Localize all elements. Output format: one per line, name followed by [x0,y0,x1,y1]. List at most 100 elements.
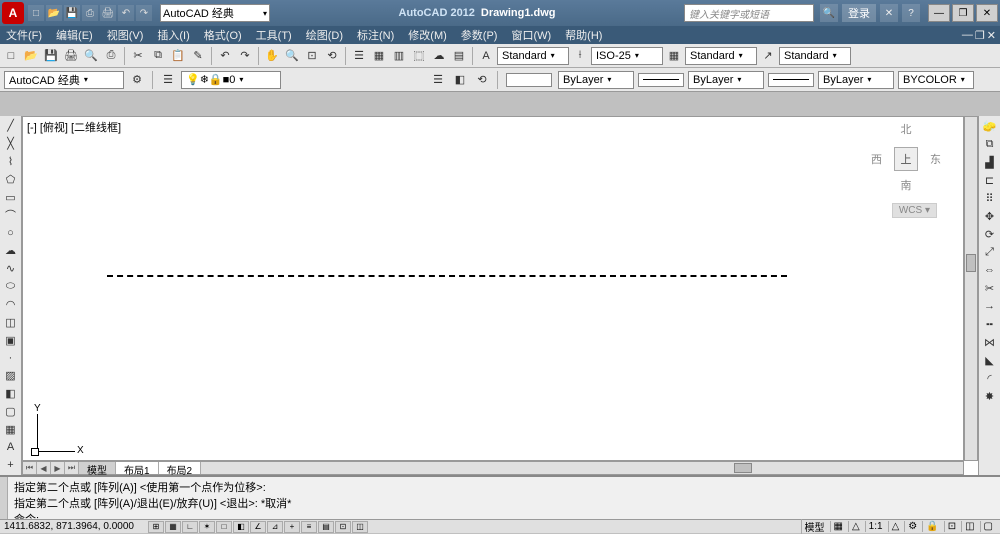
copy-icon[interactable]: ⧉ [149,47,167,65]
status-clean-icon[interactable]: ▢ [980,521,996,532]
sheetset-icon[interactable]: ⿴ [410,47,428,65]
trim-icon[interactable]: ✂ [981,280,999,296]
menu-draw[interactable]: 绘图(D) [306,27,343,43]
status-model[interactable]: 模型 [801,519,828,534]
tab-layout1[interactable]: 布局1 [116,462,159,474]
menu-edit[interactable]: 编辑(E) [56,27,93,43]
open-icon[interactable]: 📂 [22,47,40,65]
lineweight-dropdown[interactable]: ByLayer [818,71,894,89]
status-lock-icon[interactable]: 🔒 [922,521,941,532]
workspace-combo[interactable]: AutoCAD 经典 [4,71,124,89]
saveas-icon[interactable]: ⎙ [82,5,98,21]
ortho-toggle[interactable]: ∟ [182,521,198,533]
menu-help[interactable]: 帮助(H) [565,27,602,43]
pline-icon[interactable]: ⌇ [2,154,20,170]
pan-icon[interactable]: ✋ [263,47,281,65]
undo-icon[interactable]: ↶ [118,5,134,21]
publish-icon[interactable]: ⎙ [102,47,120,65]
zoom-prev-icon[interactable]: ⟲ [323,47,341,65]
app-icon[interactable]: A [2,2,24,24]
mtext-icon[interactable]: A [2,439,20,455]
maximize-button[interactable]: ❐ [952,4,974,22]
status-grid-icon[interactable]: ▦ [830,521,846,532]
color-swatch[interactable] [506,73,552,87]
menu-tools[interactable]: 工具(T) [256,27,292,43]
mdi-close-icon[interactable]: ✕ [987,29,996,42]
stretch-icon[interactable]: ⇔ [981,262,999,278]
grid-toggle[interactable]: ▦ [165,521,181,533]
status-ws-icon[interactable]: ⚙ [904,521,920,532]
polygon-icon[interactable]: ⬠ [2,172,20,188]
lwt-toggle[interactable]: ≡ [301,521,317,533]
fillet-icon[interactable]: ◜ [981,370,999,386]
cut-icon[interactable]: ✂ [129,47,147,65]
osnap-toggle[interactable]: □ [216,521,232,533]
copy-icon[interactable]: ⧉ [981,136,999,152]
insert-icon[interactable]: ◫ [2,314,20,330]
command-window[interactable]: 指定第二个点或 [阵列(A)] <使用第一个点作为位移>: 指定第二个点或 [阵… [0,475,1000,519]
tab-next-icon[interactable]: ▶ [51,462,65,474]
menu-insert[interactable]: 插入(I) [157,27,189,43]
redo-icon[interactable]: ↷ [136,5,152,21]
cmd-grip[interactable] [0,477,8,519]
menu-param[interactable]: 参数(P) [461,27,498,43]
array-icon[interactable]: ⠿ [981,190,999,206]
minimize-button[interactable]: — [928,4,950,22]
tablestyle-icon[interactable]: ▦ [665,47,683,65]
textstyle-dropdown[interactable]: Standard [497,47,569,65]
block-icon[interactable]: ▣ [2,332,20,348]
offset-icon[interactable]: ⊏ [981,172,999,188]
close-button[interactable]: ✕ [976,4,998,22]
matchprop-icon[interactable]: ✎ [189,47,207,65]
toolpalettes-icon[interactable]: ▥ [390,47,408,65]
save-icon[interactable]: 💾 [42,47,60,65]
view-cube[interactable]: 北 西 上 东 南 [871,121,941,211]
calc-icon[interactable]: ▤ [450,47,468,65]
tab-prev-icon[interactable]: ◀ [37,462,51,474]
undo-icon[interactable]: ↶ [216,47,234,65]
markup-icon[interactable]: ☁ [430,47,448,65]
status-scale[interactable]: 1:1 [865,521,886,532]
print-icon[interactable]: 🖨 [100,5,116,21]
gradient-icon[interactable]: ◧ [2,386,20,402]
tab-model[interactable]: 模型 [79,462,116,474]
horizontal-scrollbar[interactable] [201,462,963,474]
paste-icon[interactable]: 📋 [169,47,187,65]
qp-toggle[interactable]: ⊡ [335,521,351,533]
mdi-restore-icon[interactable]: ❐ [975,29,985,42]
textstyle-icon[interactable]: A [477,47,495,65]
scale-icon[interactable]: ⤢ [981,244,999,260]
new-icon[interactable]: □ [2,47,20,65]
properties-icon[interactable]: ☰ [350,47,368,65]
rectangle-icon[interactable]: ▭ [2,189,20,205]
new-icon[interactable]: □ [28,5,44,21]
menu-file[interactable]: 文件(F) [6,27,42,43]
ellipsearc-icon[interactable]: ◠ [2,297,20,313]
status-iso-icon[interactable]: ◫ [961,521,977,532]
ellipse-icon[interactable]: ⬭ [2,279,20,295]
move-icon[interactable]: ✥ [981,208,999,224]
otrack-toggle[interactable]: ∠ [250,521,266,533]
osnap3d-toggle[interactable]: ◧ [233,521,249,533]
mirror-icon[interactable]: ▟ [981,154,999,170]
dyn-toggle[interactable]: + [284,521,300,533]
status-ann-icon[interactable]: △ [848,521,863,532]
xline-icon[interactable]: ╳ [2,136,20,152]
ducs-toggle[interactable]: ⊿ [267,521,283,533]
designcenter-icon[interactable]: ▦ [370,47,388,65]
layerprev-icon[interactable]: ⟲ [473,71,491,89]
rotate-icon[interactable]: ⟳ [981,226,999,242]
menu-modify[interactable]: 修改(M) [408,27,447,43]
chamfer-icon[interactable]: ◣ [981,352,999,368]
spline-icon[interactable]: ∿ [2,261,20,277]
search-icon[interactable]: 🔍 [820,4,838,22]
tpy-toggle[interactable]: ▤ [318,521,334,533]
tablestyle-dropdown[interactable]: Standard [685,47,757,65]
mleaderstyle-icon[interactable]: ↗ [759,47,777,65]
tab-layout2[interactable]: 布局2 [159,462,202,474]
layer-dropdown[interactable]: 💡❄🔒■ 0 [181,71,281,89]
open-icon[interactable]: 📂 [46,5,62,21]
menu-window[interactable]: 窗口(W) [511,27,551,43]
layerstate-icon[interactable]: ☰ [429,71,447,89]
preview-icon[interactable]: 🔍 [82,47,100,65]
